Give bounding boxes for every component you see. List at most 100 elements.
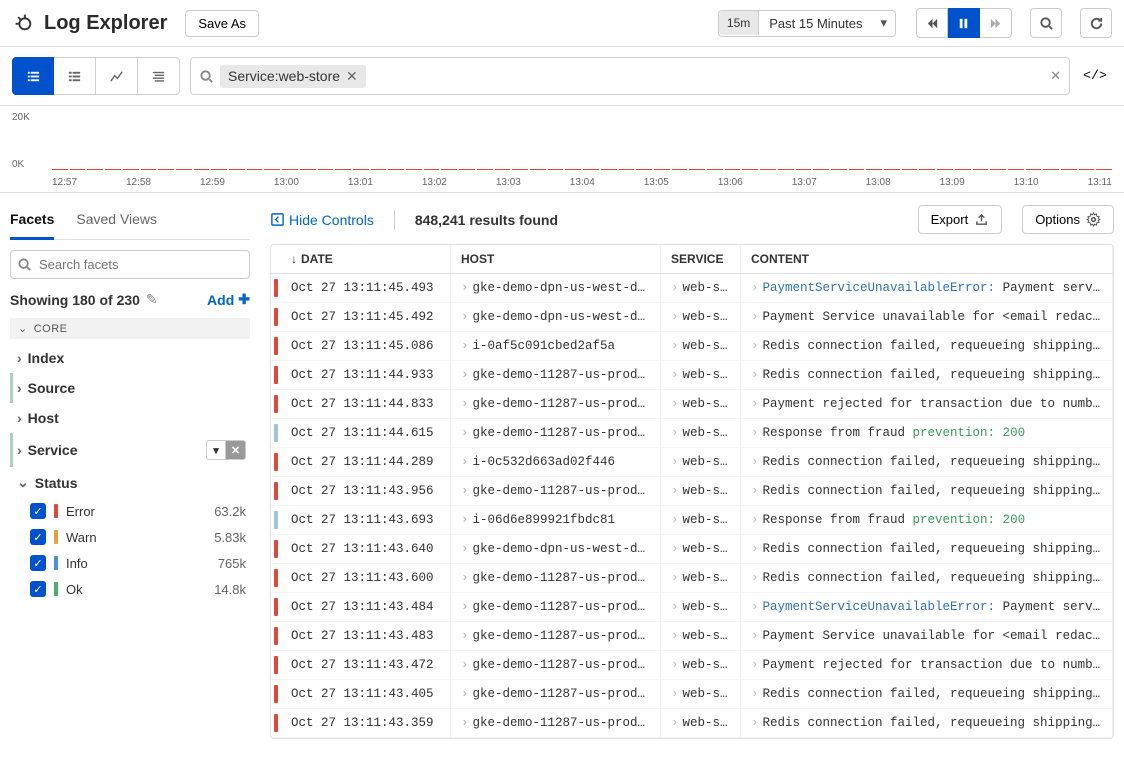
chart-bar[interactable]: [619, 116, 635, 170]
code-toggle-button[interactable]: </>: [1078, 59, 1112, 93]
search-button[interactable]: [1030, 8, 1062, 38]
facet-status[interactable]: ⌄Status: [10, 467, 250, 498]
chart-bar[interactable]: [548, 116, 564, 170]
log-row[interactable]: Oct 27 13:11:45.493›gke-demo-dpn-us-west…: [271, 274, 1113, 303]
chart-bar[interactable]: [636, 116, 652, 170]
refresh-button[interactable]: [1080, 8, 1112, 38]
chart-bar[interactable]: [52, 116, 68, 170]
log-row[interactable]: Oct 27 13:11:44.289›i-0c532d663ad02f446›…: [271, 448, 1113, 477]
view-list-button[interactable]: [12, 57, 54, 95]
chart-bar[interactable]: [796, 116, 812, 170]
chart-bar[interactable]: [866, 116, 882, 170]
facet-section-core[interactable]: ⌄CORE: [10, 318, 250, 339]
chart-bar[interactable]: [300, 116, 316, 170]
chart-bar[interactable]: [955, 116, 971, 170]
chart-bar[interactable]: [229, 116, 245, 170]
tab-facets[interactable]: Facets: [10, 205, 54, 240]
view-patterns-button[interactable]: [138, 57, 180, 95]
chart-bar[interactable]: [512, 116, 528, 170]
chart-bar[interactable]: [441, 116, 457, 170]
chart-bar[interactable]: [1061, 116, 1077, 170]
facet-source[interactable]: ›Source: [10, 373, 250, 403]
chart-bar[interactable]: [654, 116, 670, 170]
chart-bar[interactable]: [884, 116, 900, 170]
time-range-picker[interactable]: 15m Past 15 Minutes ▾: [718, 10, 896, 37]
log-row[interactable]: Oct 27 13:11:43.359›gke-demo-11287-us-pr…: [271, 709, 1113, 738]
log-row[interactable]: Oct 27 13:11:43.600›gke-demo-11287-us-pr…: [271, 564, 1113, 593]
log-row[interactable]: Oct 27 13:11:43.484›gke-demo-11287-us-pr…: [271, 593, 1113, 622]
log-row[interactable]: Oct 27 13:11:43.693›i-06d6e899921fbdc81›…: [271, 506, 1113, 535]
add-facet-button[interactable]: Add✚: [207, 291, 250, 308]
log-row[interactable]: Oct 27 13:11:43.483›gke-demo-11287-us-pr…: [271, 622, 1113, 651]
chart-bar[interactable]: [477, 116, 493, 170]
chart-bar[interactable]: [565, 116, 581, 170]
checkbox-icon[interactable]: ✓: [30, 555, 46, 571]
chart-bar[interactable]: [1079, 116, 1095, 170]
chart-bar[interactable]: [282, 116, 298, 170]
timeline-chart[interactable]: 20K 0K 12:5712:5812:5913:0013:0113:0213:…: [0, 106, 1124, 193]
status-item-ok[interactable]: ✓Ok14.8k: [10, 576, 250, 602]
chart-bar[interactable]: [335, 116, 351, 170]
log-row[interactable]: Oct 27 13:11:45.086›i-0af5c091cbed2af5a›…: [271, 332, 1113, 361]
filter-tag[interactable]: Service:web-store✕: [220, 65, 366, 88]
chart-bar[interactable]: [937, 116, 953, 170]
chart-bar[interactable]: [194, 116, 210, 170]
checkbox-icon[interactable]: ✓: [30, 581, 46, 597]
export-button[interactable]: Export: [918, 205, 1003, 234]
chart-bar[interactable]: [849, 116, 865, 170]
chart-bar[interactable]: [495, 116, 511, 170]
chart-bar[interactable]: [1043, 116, 1059, 170]
log-row[interactable]: Oct 27 13:11:44.615›gke-demo-11287-us-pr…: [271, 419, 1113, 448]
search-bar[interactable]: Service:web-store✕ ✕: [190, 57, 1070, 95]
facet-index[interactable]: ›Index: [10, 343, 250, 373]
tab-saved-views[interactable]: Saved Views: [76, 205, 157, 239]
chart-bar[interactable]: [973, 116, 989, 170]
chart-bar[interactable]: [459, 116, 475, 170]
chart-bar[interactable]: [1096, 116, 1112, 170]
chart-bar[interactable]: [742, 116, 758, 170]
checkbox-icon[interactable]: ✓: [30, 503, 46, 519]
view-aggregate-button[interactable]: [54, 57, 96, 95]
log-row[interactable]: Oct 27 13:11:43.472›gke-demo-11287-us-pr…: [271, 651, 1113, 680]
log-row[interactable]: Oct 27 13:11:43.405›gke-demo-11287-us-pr…: [271, 680, 1113, 709]
facet-host[interactable]: ›Host: [10, 403, 250, 433]
chart-bar[interactable]: [371, 116, 387, 170]
chart-bar[interactable]: [1026, 116, 1042, 170]
status-item-info[interactable]: ✓Info765k: [10, 550, 250, 576]
chart-bar[interactable]: [406, 116, 422, 170]
chart-bar[interactable]: [672, 116, 688, 170]
log-row[interactable]: Oct 27 13:11:43.956›gke-demo-11287-us-pr…: [271, 477, 1113, 506]
chart-bar[interactable]: [601, 116, 617, 170]
chart-bar[interactable]: [353, 116, 369, 170]
chart-bar[interactable]: [70, 116, 86, 170]
chart-bar[interactable]: [388, 116, 404, 170]
chart-bar[interactable]: [689, 116, 705, 170]
chart-bar[interactable]: [158, 116, 174, 170]
funnel-icon[interactable]: ▾: [206, 440, 226, 460]
status-item-error[interactable]: ✓Error63.2k: [10, 498, 250, 524]
remove-tag-icon[interactable]: ✕: [346, 68, 358, 85]
step-forward-button[interactable]: [980, 8, 1012, 38]
log-row[interactable]: Oct 27 13:11:43.640›gke-demo-dpn-us-west…: [271, 535, 1113, 564]
chart-bar[interactable]: [247, 116, 263, 170]
chart-bar[interactable]: [105, 116, 121, 170]
chart-bar[interactable]: [211, 116, 227, 170]
chart-bar[interactable]: [141, 116, 157, 170]
chart-bar[interactable]: [902, 116, 918, 170]
facet-service[interactable]: ›Service ▾✕: [10, 433, 250, 467]
step-back-button[interactable]: [916, 8, 948, 38]
chart-bar[interactable]: [123, 116, 139, 170]
chart-bar[interactable]: [760, 116, 776, 170]
pause-button[interactable]: [948, 8, 980, 38]
chart-bar[interactable]: [831, 116, 847, 170]
column-host[interactable]: HOST: [451, 245, 661, 273]
chart-bar[interactable]: [813, 116, 829, 170]
column-date[interactable]: ↓DATE: [281, 245, 451, 273]
hide-controls-button[interactable]: Hide Controls: [270, 212, 374, 228]
chart-bar[interactable]: [778, 116, 794, 170]
chart-bar[interactable]: [725, 116, 741, 170]
facet-filter-badge[interactable]: ▾✕: [206, 440, 246, 460]
options-button[interactable]: Options: [1022, 205, 1114, 234]
view-chart-button[interactable]: [96, 57, 138, 95]
chart-bar[interactable]: [264, 116, 280, 170]
